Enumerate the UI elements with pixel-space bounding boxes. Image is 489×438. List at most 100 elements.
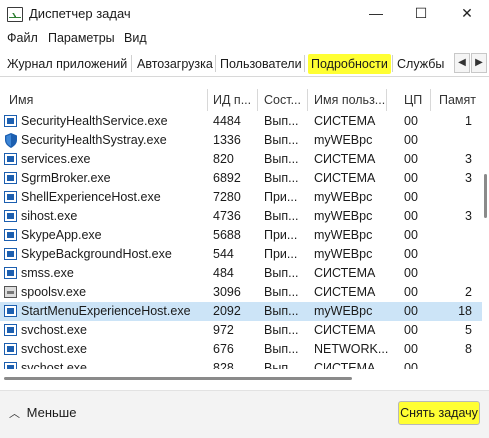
cell-cpu: 00 [404, 323, 418, 337]
horizontal-scrollbar-thumb[interactable] [4, 377, 352, 380]
column-divider[interactable] [430, 89, 431, 111]
tabs-scroll-right-button[interactable]: ▶ [471, 53, 487, 73]
column-divider[interactable] [207, 89, 208, 111]
cell-pid: 4736 [213, 209, 241, 223]
close-button[interactable]: ✕ [447, 2, 487, 24]
menu-file[interactable]: Файл [7, 31, 38, 45]
window-icon [4, 191, 17, 203]
cell-cpu: 00 [404, 304, 418, 318]
tab-details[interactable]: Подробности [308, 54, 391, 74]
cell-status: Вып... [264, 209, 299, 223]
window-icon [4, 153, 17, 165]
cell-user: myWEBpc [314, 247, 373, 261]
cell-name: svchost.exe [21, 342, 88, 356]
column-divider[interactable] [257, 89, 258, 111]
tabs-scroll-left-button[interactable]: ◀ [454, 53, 470, 73]
vertical-scrollbar[interactable] [482, 112, 489, 369]
cell-pid: 5688 [213, 228, 241, 242]
cell-memory: 2 [465, 285, 472, 299]
cell-memory: 3 [465, 209, 472, 223]
cell-cpu: 00 [404, 228, 418, 242]
cell-status: Вып... [264, 133, 299, 147]
cell-user: myWEBpc [314, 209, 373, 223]
tab-strip: Журнал приложений Автозагрузка Пользоват… [0, 50, 489, 77]
cell-status: При... [264, 228, 298, 242]
cell-pid: 972 [213, 323, 234, 337]
window-icon [4, 229, 17, 241]
cell-name: spoolsv.exe [21, 285, 87, 299]
cell-status: Вып... [264, 285, 299, 299]
table-row[interactable]: SkypeBackgroundHost.exe 544 При... myWEBpc 0… [0, 245, 482, 264]
table-row[interactable]: ShellExperienceHost.exe 7280 При... myWEBpc… [0, 188, 482, 207]
cell-user: myWEBpc [314, 304, 373, 318]
column-pid[interactable]: ИД п... [213, 93, 251, 107]
window-icon [4, 115, 17, 127]
tab-startup[interactable]: Автозагрузка [134, 54, 216, 74]
cell-name: SecurityHealthService.exe [21, 114, 168, 128]
table-row[interactable]: smss.exe 484 Вып... СИСТЕМА 00 [0, 264, 482, 283]
cell-status: Вып... [264, 323, 299, 337]
cell-pid: 6892 [213, 171, 241, 185]
tab-divider [304, 55, 305, 72]
cell-user: myWEBpc [314, 133, 373, 147]
maximize-button[interactable]: ☐ [401, 2, 441, 24]
column-status[interactable]: Сост... [264, 93, 301, 107]
cell-name: SgrmBroker.exe [21, 171, 111, 185]
cell-user: СИСТЕМА [314, 114, 376, 128]
cell-pid: 2092 [213, 304, 241, 318]
end-task-button[interactable]: Снять задачу [398, 401, 480, 425]
cell-cpu: 00 [404, 152, 418, 166]
menu-options[interactable]: Параметры [48, 31, 115, 45]
column-user[interactable]: Имя польз... [314, 93, 385, 107]
table-row[interactable]: svchost.exe 828 Вып... СИСТЕМА 00 [0, 359, 482, 369]
table-row[interactable]: SkypeApp.exe 5688 При... myWEBpc 00 [0, 226, 482, 245]
fewer-details-button[interactable]: ︿ Меньше [9, 405, 76, 421]
cell-user: СИСТЕМА [314, 266, 376, 280]
cell-pid: 828 [213, 361, 234, 369]
tab-app-history[interactable]: Журнал приложений [4, 54, 130, 74]
cell-name: svchost.exe [21, 361, 88, 369]
window-icon [4, 172, 17, 184]
cell-user: СИСТЕМА [314, 323, 376, 337]
table-row[interactable]: SgrmBroker.exe 6892 Вып... СИСТЕМА 00 3 [0, 169, 482, 188]
printer-icon [4, 286, 17, 298]
cell-cpu: 00 [404, 285, 418, 299]
table-row[interactable]: SecurityHealthService.exe 4484 Вып... СИСТЕ… [0, 112, 482, 131]
table-row[interactable]: spoolsv.exe 3096 Вып... СИСТЕМА 00 2 [0, 283, 482, 302]
table-row[interactable]: StartMenuExperienceHost.exe 2092 Вып... myW… [0, 302, 482, 321]
menu-view[interactable]: Вид [124, 31, 147, 45]
cell-memory: 8 [465, 342, 472, 356]
chevron-up-icon: ︿ [9, 408, 20, 420]
cell-cpu: 00 [404, 190, 418, 204]
tab-users[interactable]: Пользователи [217, 54, 305, 74]
cell-cpu: 00 [404, 342, 418, 356]
table-row[interactable]: sihost.exe 4736 Вып... myWEBpc 00 3 [0, 207, 482, 226]
table-row[interactable]: svchost.exe 676 Вып... NETWORK... 00 8 [0, 340, 482, 359]
cell-cpu: 00 [404, 171, 418, 185]
tab-services[interactable]: Службы [394, 54, 447, 74]
cell-user: СИСТЕМА [314, 171, 376, 185]
tab-divider [392, 55, 393, 72]
column-name[interactable]: Имя [9, 93, 33, 107]
table-row[interactable]: svchost.exe 972 Вып... СИСТЕМА 00 5 [0, 321, 482, 340]
footer: ︿ Меньше Снять задачу [0, 390, 489, 438]
cell-status: Вып... [264, 152, 299, 166]
cell-status: При... [264, 190, 298, 204]
horizontal-scrollbar[interactable] [0, 369, 482, 380]
table-row[interactable]: SecurityHealthSystray.exe 1336 Вып... myWEB… [0, 131, 482, 150]
cell-memory: 3 [465, 152, 472, 166]
column-cpu[interactable]: ЦП [404, 93, 422, 107]
cell-name: StartMenuExperienceHost.exe [21, 304, 191, 318]
column-divider[interactable] [307, 89, 308, 111]
vertical-scrollbar-thumb[interactable] [484, 174, 487, 218]
column-memory[interactable]: Памят [439, 93, 476, 107]
table-row[interactable]: services.exe 820 Вып... СИСТЕМА 00 3 [0, 150, 482, 169]
cell-pid: 676 [213, 342, 234, 356]
minimize-button[interactable]: — [356, 2, 396, 24]
cell-status: Вып... [264, 304, 299, 318]
window-icon [4, 210, 17, 222]
cell-status: При... [264, 247, 298, 261]
title-bar: Диспетчер задач — ☐ ✕ [0, 0, 489, 28]
column-divider[interactable] [386, 89, 387, 111]
cell-name: sihost.exe [21, 209, 78, 223]
